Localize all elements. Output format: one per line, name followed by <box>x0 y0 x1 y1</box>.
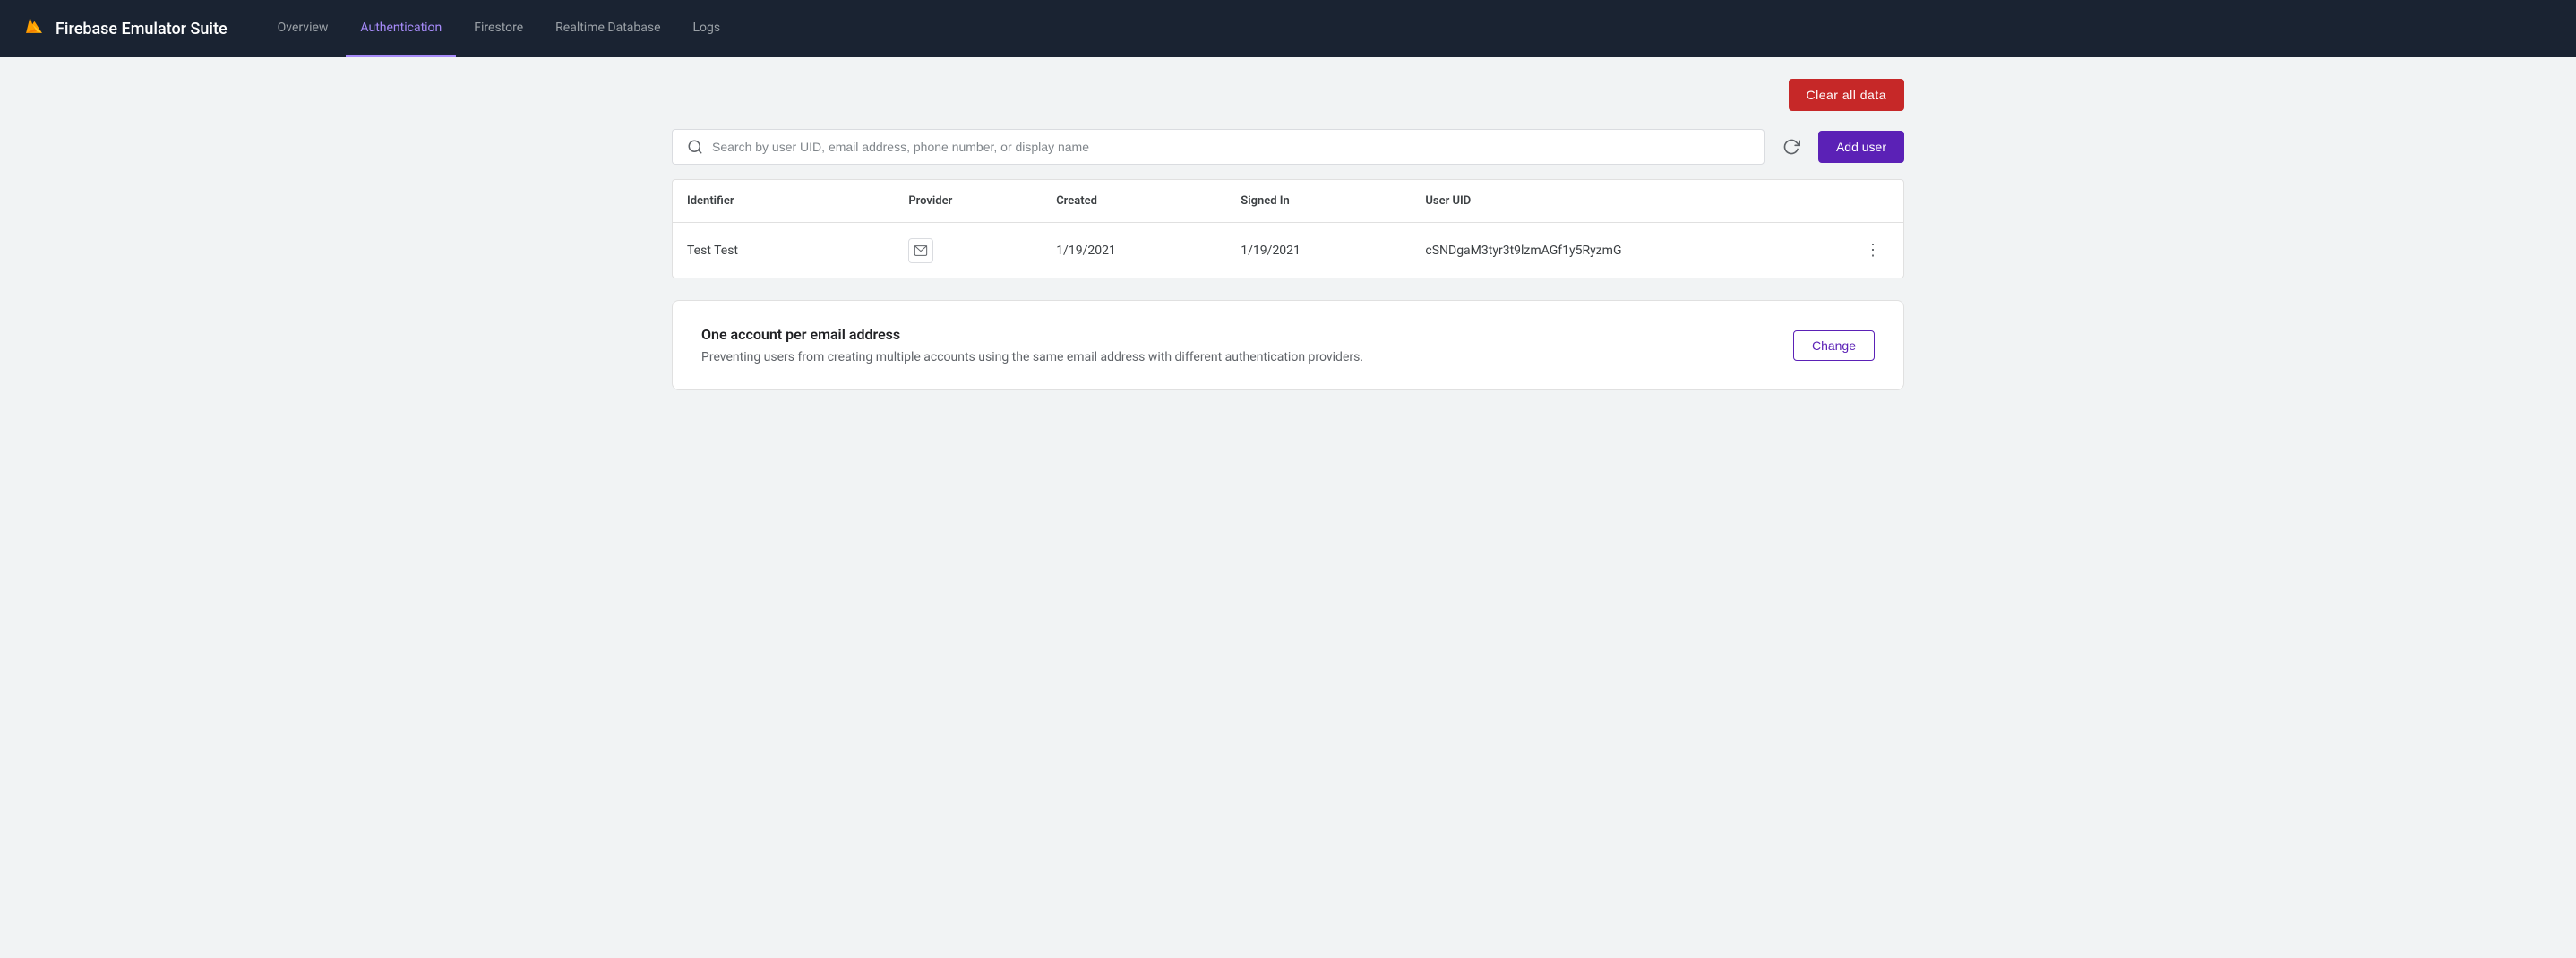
app-brand: Firebase Emulator Suite <box>21 16 228 41</box>
main-content: Clear all data Add user Identifier Provi… <box>643 57 1933 412</box>
account-card: One account per email address Preventing… <box>672 300 1904 390</box>
cell-created: 1/19/2021 <box>1042 223 1226 278</box>
cell-user-uid: cSNDgaM3tyr3t9lzmAGf1y5RyzmG <box>1411 223 1842 278</box>
search-container <box>672 129 1765 165</box>
top-action-bar: Clear all data <box>672 79 1904 111</box>
nav-tabs: Overview Authentication Firestore Realti… <box>263 0 734 57</box>
clear-all-button[interactable]: Clear all data <box>1789 79 1905 111</box>
change-button[interactable]: Change <box>1793 330 1875 361</box>
cell-identifier: Test Test <box>673 223 894 278</box>
col-header-provider: Provider <box>894 180 1042 223</box>
tab-overview[interactable]: Overview <box>263 0 343 57</box>
col-header-user-uid: User UID <box>1411 180 1842 223</box>
account-card-title: One account per email address <box>701 326 1772 343</box>
table-header-row: Identifier Provider Created Signed In Us… <box>673 180 1903 223</box>
search-icon <box>687 139 703 155</box>
row-actions-button[interactable]: ⋮ <box>1858 237 1889 263</box>
app-title: Firebase Emulator Suite <box>56 20 228 38</box>
email-icon <box>914 244 928 258</box>
add-user-button[interactable]: Add user <box>1818 131 1904 163</box>
tab-firestore[interactable]: Firestore <box>459 0 537 57</box>
users-table: Identifier Provider Created Signed In Us… <box>673 180 1903 278</box>
firebase-logo-icon <box>21 16 47 41</box>
col-header-created: Created <box>1042 180 1226 223</box>
search-input[interactable] <box>712 140 1749 154</box>
search-row: Add user <box>672 129 1904 165</box>
col-header-actions <box>1842 180 1903 223</box>
tab-realtime-database[interactable]: Realtime Database <box>541 0 674 57</box>
col-header-signed-in: Signed In <box>1226 180 1411 223</box>
navbar: Firebase Emulator Suite Overview Authent… <box>0 0 2576 57</box>
tab-authentication[interactable]: Authentication <box>346 0 456 57</box>
email-provider-icon <box>908 238 933 263</box>
tab-logs[interactable]: Logs <box>679 0 735 57</box>
cell-signed-in: 1/19/2021 <box>1226 223 1411 278</box>
refresh-button[interactable] <box>1775 131 1807 163</box>
cell-actions: ⋮ <box>1842 223 1903 278</box>
account-card-info: One account per email address Preventing… <box>701 326 1772 364</box>
account-card-description: Preventing users from creating multiple … <box>701 350 1418 364</box>
table-row: Test Test 1/19/2021 1/19/2021 cSNDgaM3ty… <box>673 223 1903 278</box>
cell-provider <box>894 223 1042 278</box>
users-table-container: Identifier Provider Created Signed In Us… <box>672 179 1904 278</box>
col-header-identifier: Identifier <box>673 180 894 223</box>
refresh-icon <box>1782 138 1800 156</box>
